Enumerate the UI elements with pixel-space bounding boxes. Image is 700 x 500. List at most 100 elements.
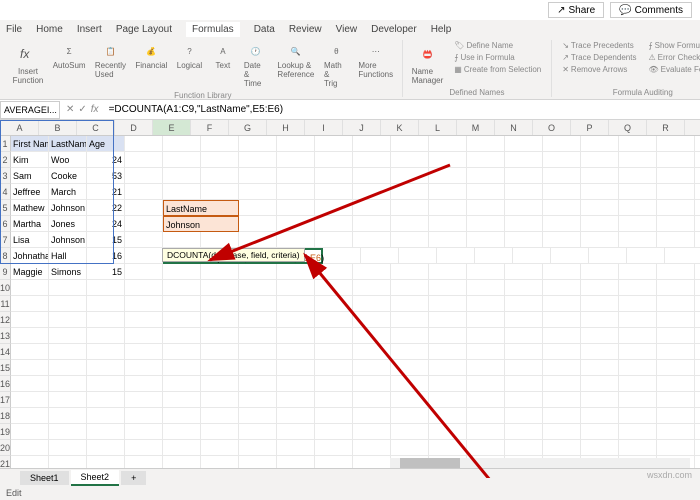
cell-A20[interactable] <box>11 440 49 456</box>
cell-P12[interactable] <box>581 312 619 328</box>
cell-D1[interactable] <box>125 136 163 152</box>
cell-R13[interactable] <box>657 328 695 344</box>
cell-M5[interactable] <box>467 200 505 216</box>
cell-F17[interactable] <box>201 392 239 408</box>
cell-B14[interactable] <box>49 344 87 360</box>
cell-A11[interactable] <box>11 296 49 312</box>
menu-formulas[interactable]: Formulas <box>186 22 240 37</box>
cell-C3[interactable]: 53 <box>87 168 125 184</box>
col-header-n[interactable]: N <box>495 120 533 135</box>
cell-A15[interactable] <box>11 360 49 376</box>
cell-C6[interactable]: 24 <box>87 216 125 232</box>
cell-C4[interactable]: 21 <box>87 184 125 200</box>
sheet-tab-1[interactable]: Sheet1 <box>20 471 69 485</box>
cell-B13[interactable] <box>49 328 87 344</box>
cell-C9[interactable]: 15 <box>87 264 125 280</box>
cell-F14[interactable] <box>201 344 239 360</box>
cell-P2[interactable] <box>581 152 619 168</box>
cell-S15[interactable] <box>695 360 700 376</box>
cell-E7[interactable] <box>163 232 201 248</box>
menu-data[interactable]: Data <box>254 24 275 35</box>
cell-K1[interactable] <box>391 136 429 152</box>
cell-D11[interactable] <box>125 296 163 312</box>
cell-Q8[interactable] <box>589 248 627 264</box>
cell-O19[interactable] <box>543 424 581 440</box>
cell-P1[interactable] <box>581 136 619 152</box>
cell-C19[interactable] <box>87 424 125 440</box>
recently-used-button[interactable]: 📋Recently Used <box>92 40 128 81</box>
col-header-j[interactable]: J <box>343 120 381 135</box>
row-header-9[interactable]: 9 <box>0 264 11 280</box>
cell-Q3[interactable] <box>619 168 657 184</box>
cell-O20[interactable] <box>543 440 581 456</box>
cell-F12[interactable] <box>201 312 239 328</box>
cell-D14[interactable] <box>125 344 163 360</box>
cell-B16[interactable] <box>49 376 87 392</box>
cell-F13[interactable] <box>201 328 239 344</box>
cell-C2[interactable]: 24 <box>87 152 125 168</box>
row-header-1[interactable]: 1 <box>0 136 11 152</box>
cell-B2[interactable]: Woo <box>49 152 87 168</box>
cell-D5[interactable] <box>125 200 163 216</box>
define-name-button[interactable]: 🏷Define Name <box>450 40 545 51</box>
cell-B5[interactable]: Johnson <box>49 200 87 216</box>
cell-D10[interactable] <box>125 280 163 296</box>
col-header-r[interactable]: R <box>647 120 685 135</box>
cell-C10[interactable] <box>87 280 125 296</box>
cell-D17[interactable] <box>125 392 163 408</box>
col-header-c[interactable]: C <box>77 120 115 135</box>
trace-precedents-button[interactable]: ↘Trace Precedents <box>558 40 640 51</box>
row-header-13[interactable]: 13 <box>0 328 11 344</box>
cell-G14[interactable] <box>239 344 277 360</box>
row-header-7[interactable]: 7 <box>0 232 11 248</box>
cell-F10[interactable] <box>201 280 239 296</box>
cell-S1[interactable] <box>695 136 700 152</box>
cell-Q13[interactable] <box>619 328 657 344</box>
cell-A2[interactable]: Kim <box>11 152 49 168</box>
cell-S3[interactable] <box>695 168 700 184</box>
cell-O7[interactable] <box>543 232 581 248</box>
col-header-q[interactable]: Q <box>609 120 647 135</box>
cell-S11[interactable] <box>695 296 700 312</box>
cell-N17[interactable] <box>505 392 543 408</box>
cell-N2[interactable] <box>505 152 543 168</box>
cell-D15[interactable] <box>125 360 163 376</box>
cell-B1[interactable]: LastName <box>49 136 87 152</box>
cell-O3[interactable] <box>543 168 581 184</box>
menu-view[interactable]: View <box>336 24 358 35</box>
insert-function-button[interactable]: fx Insert Function <box>10 40 46 87</box>
add-sheet-button[interactable]: + <box>121 471 146 485</box>
cell-R6[interactable] <box>657 216 695 232</box>
cell-B7[interactable]: Johnson <box>49 232 87 248</box>
datetime-button[interactable]: 🕐Date & Time <box>241 40 271 90</box>
cell-C12[interactable] <box>87 312 125 328</box>
cell-N4[interactable] <box>505 184 543 200</box>
col-header-k[interactable]: K <box>381 120 419 135</box>
cell-M7[interactable] <box>467 232 505 248</box>
cell-R9[interactable] <box>657 264 695 280</box>
cell-N14[interactable] <box>505 344 543 360</box>
cell-S8[interactable] <box>665 248 700 264</box>
cell-P16[interactable] <box>581 376 619 392</box>
row-header-2[interactable]: 2 <box>0 152 11 168</box>
cell-Q12[interactable] <box>619 312 657 328</box>
cell-G11[interactable] <box>239 296 277 312</box>
cell-N12[interactable] <box>505 312 543 328</box>
cell-S18[interactable] <box>695 408 700 424</box>
sheet-tab-2[interactable]: Sheet2 <box>71 470 120 486</box>
cell-Q19[interactable] <box>619 424 657 440</box>
show-formulas-button[interactable]: ⨍Show Formulas <box>644 40 700 51</box>
cell-P14[interactable] <box>581 344 619 360</box>
cell-N9[interactable] <box>505 264 543 280</box>
cell-Q15[interactable] <box>619 360 657 376</box>
menu-review[interactable]: Review <box>289 24 322 35</box>
cell-R1[interactable] <box>657 136 695 152</box>
cell-N20[interactable] <box>505 440 543 456</box>
cell-N13[interactable] <box>505 328 543 344</box>
cell-E19[interactable] <box>163 424 201 440</box>
cell-E13[interactable] <box>163 328 201 344</box>
cell-D2[interactable] <box>125 152 163 168</box>
cell-P8[interactable] <box>551 248 589 264</box>
cell-G12[interactable] <box>239 312 277 328</box>
cell-P4[interactable] <box>581 184 619 200</box>
